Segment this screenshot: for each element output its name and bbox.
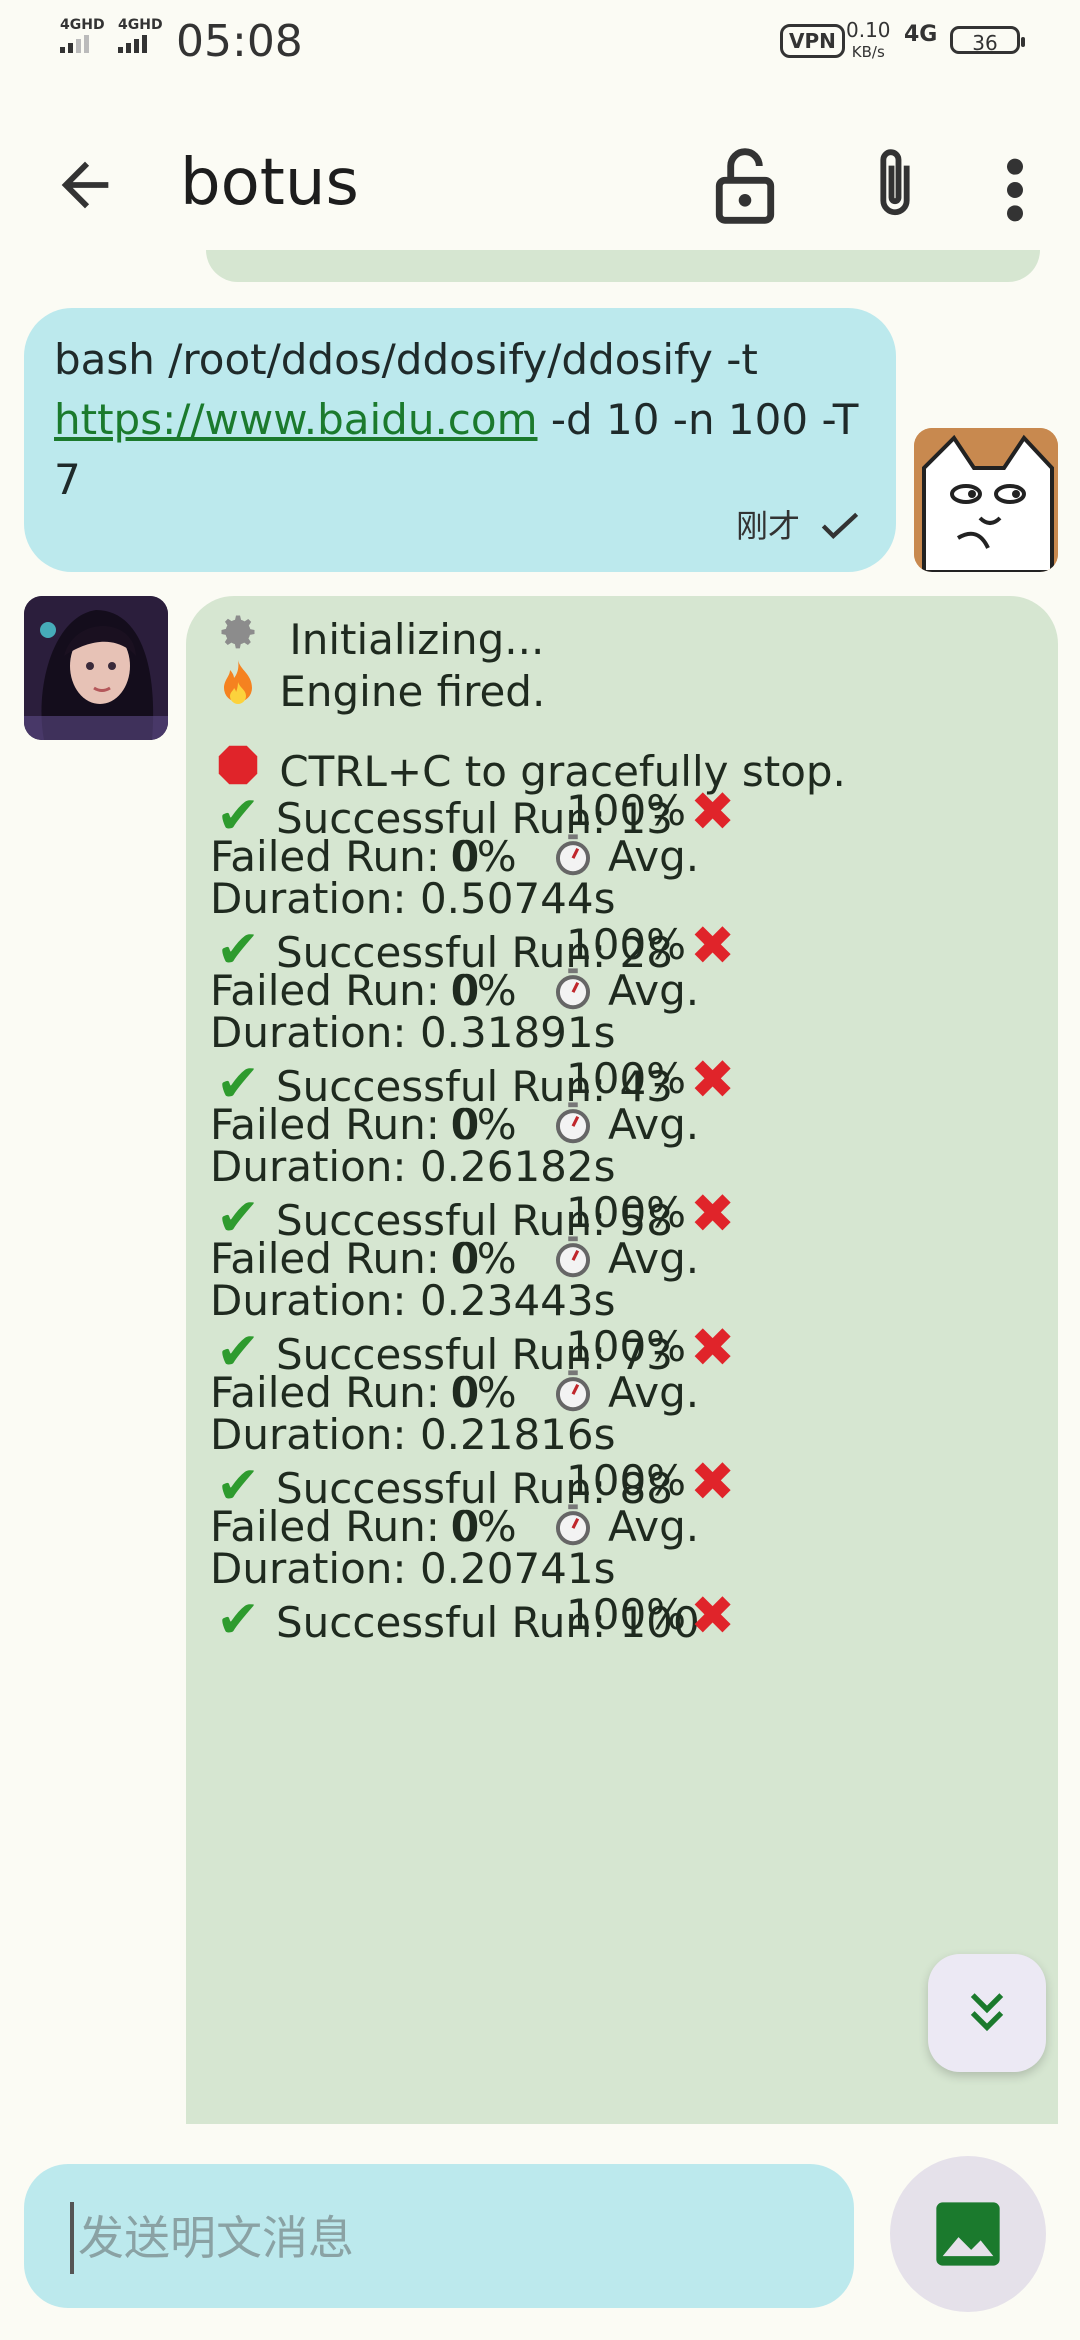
duration-value: 0.50744s <box>419 874 616 923</box>
fired-text: Engine fired. <box>279 667 546 716</box>
command-text-start: bash /root/ddos/ddosify/ddosify -t <box>54 335 758 384</box>
sim2-signal: 4GHD <box>118 18 163 53</box>
status-bar: 4GHD 4GHD 05:08 VPN 0.10 KB/s 4G 36 <box>0 0 1080 84</box>
duration-value: 0.20741s <box>419 1544 616 1593</box>
chat-title: botus <box>180 146 359 220</box>
duration-line: Duration: 0.20741s <box>210 1544 616 1593</box>
cross-mark-icon: ✖ <box>690 1584 736 1647</box>
duration-value: 0.23443s <box>419 1276 616 1325</box>
unlock-icon <box>715 148 775 224</box>
duration-line: Duration: 0.26182s <box>210 1142 616 1191</box>
duration-value: 0.21816s <box>419 1410 616 1459</box>
fired-line: Engine fired. <box>210 658 545 716</box>
message-link[interactable]: https://www.baidu.com <box>54 395 538 444</box>
vpn-icon: VPN <box>780 24 845 58</box>
duration-value: 0.31891s <box>419 1008 616 1057</box>
arrow-left-icon <box>61 161 109 209</box>
avg-label: Avg. <box>608 832 700 881</box>
avg-label: Avg. <box>608 1100 700 1149</box>
scroll-to-bottom-button[interactable] <box>928 1954 1046 2072</box>
speed-value: 0.10 <box>846 18 891 42</box>
init-text: Initializing... <box>289 615 545 664</box>
duration-line: Duration: 0.21816s <box>210 1410 616 1459</box>
duration-label: Duration: <box>210 1008 407 1057</box>
network-type: 4G <box>904 22 938 47</box>
success-percent: 100% <box>566 1054 687 1103</box>
back-button[interactable] <box>50 150 120 220</box>
bot-avatar-image <box>24 596 168 740</box>
image-icon <box>936 2202 1000 2266</box>
speed-unit: KB/s <box>851 43 885 61</box>
avg-label: Avg. <box>608 966 700 1015</box>
battery-level: 36 <box>972 31 998 55</box>
fire-icon <box>210 658 266 716</box>
sim1-signal: 4GHD <box>60 18 105 53</box>
my-avatar[interactable] <box>914 428 1058 572</box>
check-mark-icon: ✔ <box>216 1590 260 1650</box>
message-composer <box>24 2164 854 2308</box>
previous-message-bubble <box>206 250 1040 282</box>
success-percent: 100% <box>566 786 687 835</box>
sim2-label: 4GHD <box>118 17 163 33</box>
send-image-button[interactable] <box>890 2156 1046 2312</box>
attach-button[interactable] <box>860 144 930 228</box>
double-chevron-down-icon <box>970 1993 1004 2032</box>
encryption-button[interactable] <box>710 146 780 226</box>
message-meta: 刚才 <box>736 496 860 556</box>
init-line: Initializing... <box>210 610 544 664</box>
duration-label: Duration: <box>210 1544 407 1593</box>
duration-label: Duration: <box>210 1142 407 1191</box>
avg-label: Avg. <box>608 1368 700 1417</box>
duration-line: Duration: 0.23443s <box>210 1276 616 1325</box>
gear-icon <box>210 610 266 664</box>
bot-avatar[interactable] <box>24 596 168 740</box>
success-percent: 100% <box>566 1188 687 1237</box>
message-time: 刚才 <box>735 507 800 545</box>
paperclip-icon <box>880 149 910 216</box>
outgoing-message[interactable]: bash /root/ddos/ddosify/ddosify -t https… <box>24 308 896 572</box>
success-percent: 100% <box>566 1590 687 1639</box>
duration-line: Duration: 0.50744s <box>210 874 616 923</box>
avg-label: Avg. <box>608 1502 700 1551</box>
success-percent: 100% <box>566 1322 687 1371</box>
success-percent: 100% <box>566 1456 687 1505</box>
more-vert-icon <box>1007 158 1023 222</box>
network-speed: 0.10 KB/s <box>846 20 891 62</box>
success-label: Successful Run: <box>276 1598 607 1647</box>
more-options-button[interactable] <box>990 150 1040 230</box>
duration-label: Duration: <box>210 874 407 923</box>
cat-avatar-icon <box>914 428 1058 572</box>
clock: 05:08 <box>176 16 303 67</box>
duration-line: Duration: 0.31891s <box>210 1008 616 1057</box>
app-bar: botus <box>0 120 1080 250</box>
duration-label: Duration: <box>210 1410 407 1459</box>
avg-label: Avg. <box>608 1234 700 1283</box>
battery-icon: 36 <box>950 26 1025 55</box>
duration-value: 0.26182s <box>419 1142 616 1191</box>
success-percent: 100% <box>566 920 687 969</box>
incoming-message[interactable]: Initializing... Engine fired. CTRL+C to … <box>186 596 1058 2124</box>
duration-label: Duration: <box>210 1276 407 1325</box>
message-input[interactable] <box>70 2202 820 2274</box>
checkmark-icon <box>821 512 859 540</box>
success-line: ✔ Successful Run: 100 100% <box>210 1590 700 1650</box>
sim1-label: 4GHD <box>60 17 105 33</box>
